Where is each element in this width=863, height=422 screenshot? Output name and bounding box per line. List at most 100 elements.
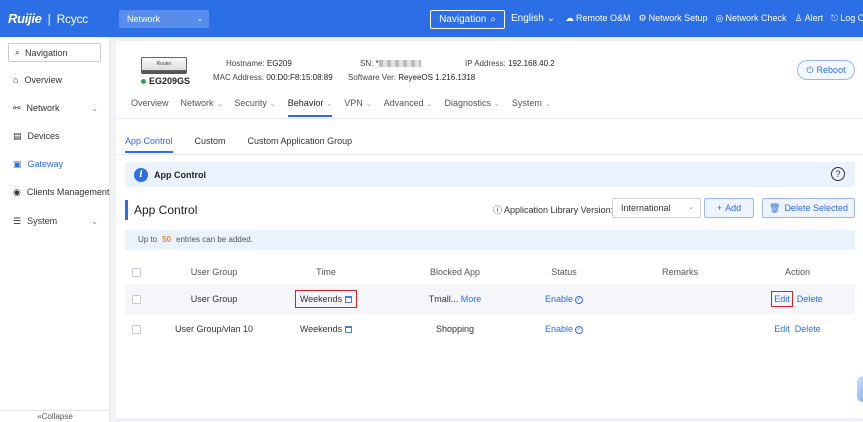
sidebar-item-system[interactable]: ☰ System ⌄ xyxy=(0,211,110,231)
network-select[interactable]: Network ⌄ xyxy=(119,10,209,28)
menu-overview[interactable]: Overview xyxy=(131,98,169,114)
online-status-dot xyxy=(141,79,146,85)
ip-label: IP Address: xyxy=(465,59,506,68)
sidebar-navigation-label: Navigation xyxy=(25,47,68,58)
network-setup-link[interactable]: ⚙ Network Setup xyxy=(639,13,708,24)
help-icon[interactable]: ? xyxy=(831,167,845,181)
search-icon: ⌕ xyxy=(490,14,496,25)
menu-label: Behavior xyxy=(287,98,324,108)
navigation-search-button[interactable]: Navigation ⌕ xyxy=(430,10,505,29)
menu-advanced[interactable]: Advanced ⌄ xyxy=(384,98,433,114)
chevron-down-icon: ⌄ xyxy=(91,103,98,113)
row-checkbox[interactable] xyxy=(132,324,141,334)
help-circle-icon: ⓘ xyxy=(493,205,503,215)
time-value: Weekends xyxy=(299,294,343,304)
sidebar-item-label: Network xyxy=(26,103,60,113)
menu-behavior[interactable]: Behavior ⌄ xyxy=(287,98,333,117)
edit-button[interactable]: Edit xyxy=(771,291,793,307)
cell-time: Weekends xyxy=(283,324,369,334)
check-circle-icon: ✓ xyxy=(575,295,584,304)
gateway-icon: ▣ xyxy=(13,158,22,169)
row-checkbox[interactable] xyxy=(132,294,141,304)
sidebar-item-label: System xyxy=(27,216,58,226)
calendar-icon xyxy=(345,296,353,304)
sidebar-item-label: Devices xyxy=(27,131,60,141)
menu-divider xyxy=(116,118,863,119)
language-select[interactable]: English ⌄ xyxy=(511,13,555,24)
network-check-link[interactable]: ◎ Network Check xyxy=(716,13,787,24)
cell-action: Edit Delete xyxy=(745,291,850,307)
device-model-label: EG209GS xyxy=(149,76,191,86)
trash-icon: 🗑 xyxy=(769,202,781,213)
system-icon: ☰ xyxy=(13,215,22,226)
network-icon: ⚯ xyxy=(13,102,21,113)
menu-label: System xyxy=(511,98,542,108)
sidebar-item-devices[interactable]: ▤ Devices xyxy=(0,126,110,146)
brand-logo: Ruijie | Rcycc xyxy=(8,11,88,26)
header-status: Status xyxy=(551,267,577,277)
top-bar: Ruijie | Rcycc Network ⌄ Navigation ⌕ En… xyxy=(0,0,863,37)
reboot-button[interactable]: ⏻ Reboot xyxy=(797,60,855,80)
top-links: English ⌄ ☁ Remote O&M ⚙ Network Setup ◎ Ne… xyxy=(511,0,863,37)
sidebar-item-network[interactable]: ⚯ Network ⌄ xyxy=(0,98,110,118)
library-version-select[interactable]: International ⌄ xyxy=(612,198,701,218)
logo-separator: | xyxy=(47,11,51,26)
chevron-down-icon: ⌄ xyxy=(426,101,433,108)
remote-om-label: Remote O&M xyxy=(575,13,631,23)
time-schedule-link[interactable]: Weekends xyxy=(294,290,358,308)
cloud-icon: ☁ xyxy=(564,13,574,23)
logout-link[interactable]: ⎋Log Out xyxy=(831,13,863,24)
app-control-table: User Group Time Blocked App Status Remar… xyxy=(125,260,855,344)
add-button[interactable]: + Add xyxy=(704,198,754,218)
chevron-down-icon: ⌄ xyxy=(216,101,223,108)
time-value: Weekends xyxy=(299,324,343,334)
sidebar-navigation-button[interactable]: ⌕ Navigation xyxy=(8,43,101,62)
menu-diagnostics[interactable]: Diagnostics ⌄ xyxy=(445,98,500,114)
delete-button[interactable]: Delete xyxy=(797,294,823,304)
hostname-label: Hostname: xyxy=(226,59,265,68)
sidebar-item-gateway[interactable]: ▣ Gateway xyxy=(0,154,110,174)
mac-label: MAC Address: xyxy=(213,73,265,82)
limit-suffix: entries can be added. xyxy=(176,235,253,244)
menu-vpn[interactable]: VPN ⌄ xyxy=(344,98,371,114)
blocked-app-value: Shopping xyxy=(435,324,475,334)
menu-system[interactable]: System ⌄ xyxy=(512,98,551,114)
delete-button[interactable]: Delete xyxy=(795,324,821,334)
sidebar-item-overview[interactable]: ⌂ Overview xyxy=(0,70,110,90)
more-link[interactable]: More xyxy=(461,294,482,304)
edit-button[interactable]: Edit xyxy=(774,324,790,334)
sidebar-item-label: Clients Management xyxy=(26,187,110,197)
menu-security[interactable]: Security ⌄ xyxy=(234,98,275,114)
remote-om-link[interactable]: ☁ Remote O&M xyxy=(565,13,631,24)
mac-value: 00:D0:F8:15:08:89 xyxy=(266,73,333,82)
status-toggle[interactable]: Enable ✓ xyxy=(545,294,584,304)
select-all-checkbox[interactable] xyxy=(132,267,141,277)
network-check-label: Network Check xyxy=(725,13,787,23)
ip-info: IP Address: 192.168.40.2 xyxy=(465,59,555,68)
menu-label: Network xyxy=(180,98,214,108)
mac-info: MAC Address: 00:D0:F8:15:08:89 xyxy=(213,73,333,82)
reboot-label: Reboot xyxy=(816,65,846,75)
delete-selected-button[interactable]: 🗑 Delete Selected xyxy=(762,198,855,218)
tab-custom-application-group[interactable]: Custom Application Group xyxy=(248,136,353,153)
sidebar-item-clients-management[interactable]: ◉ Clients Management xyxy=(0,182,110,202)
cell-blocked-app: Shopping xyxy=(400,324,510,334)
tab-app-control[interactable]: App Control xyxy=(125,136,173,153)
section-title: App Control xyxy=(125,200,197,220)
software-label: Software Ver: xyxy=(348,73,397,82)
chevron-down-icon: ⌄ xyxy=(365,101,372,108)
alert-link[interactable]: ♙ Alert xyxy=(795,13,824,24)
language-label: English xyxy=(511,13,544,24)
status-toggle[interactable]: Enable ✓ xyxy=(545,324,584,334)
menu-network[interactable]: Network ⌄ xyxy=(181,98,223,114)
check-circle-icon: ✓ xyxy=(575,325,584,334)
info-banner: i App Control ? xyxy=(125,162,855,187)
tab-custom[interactable]: Custom xyxy=(195,136,226,153)
time-schedule-link[interactable]: Weekends xyxy=(299,324,353,334)
limit-number: 50 xyxy=(162,235,172,244)
sidebar-collapse-button[interactable]: «Collapse xyxy=(0,410,110,422)
router-image: Router xyxy=(141,57,187,74)
sidebar-item-label: Overview xyxy=(24,75,62,85)
floating-assistant-tab[interactable] xyxy=(857,376,863,402)
clients-icon: ◉ xyxy=(13,186,21,197)
